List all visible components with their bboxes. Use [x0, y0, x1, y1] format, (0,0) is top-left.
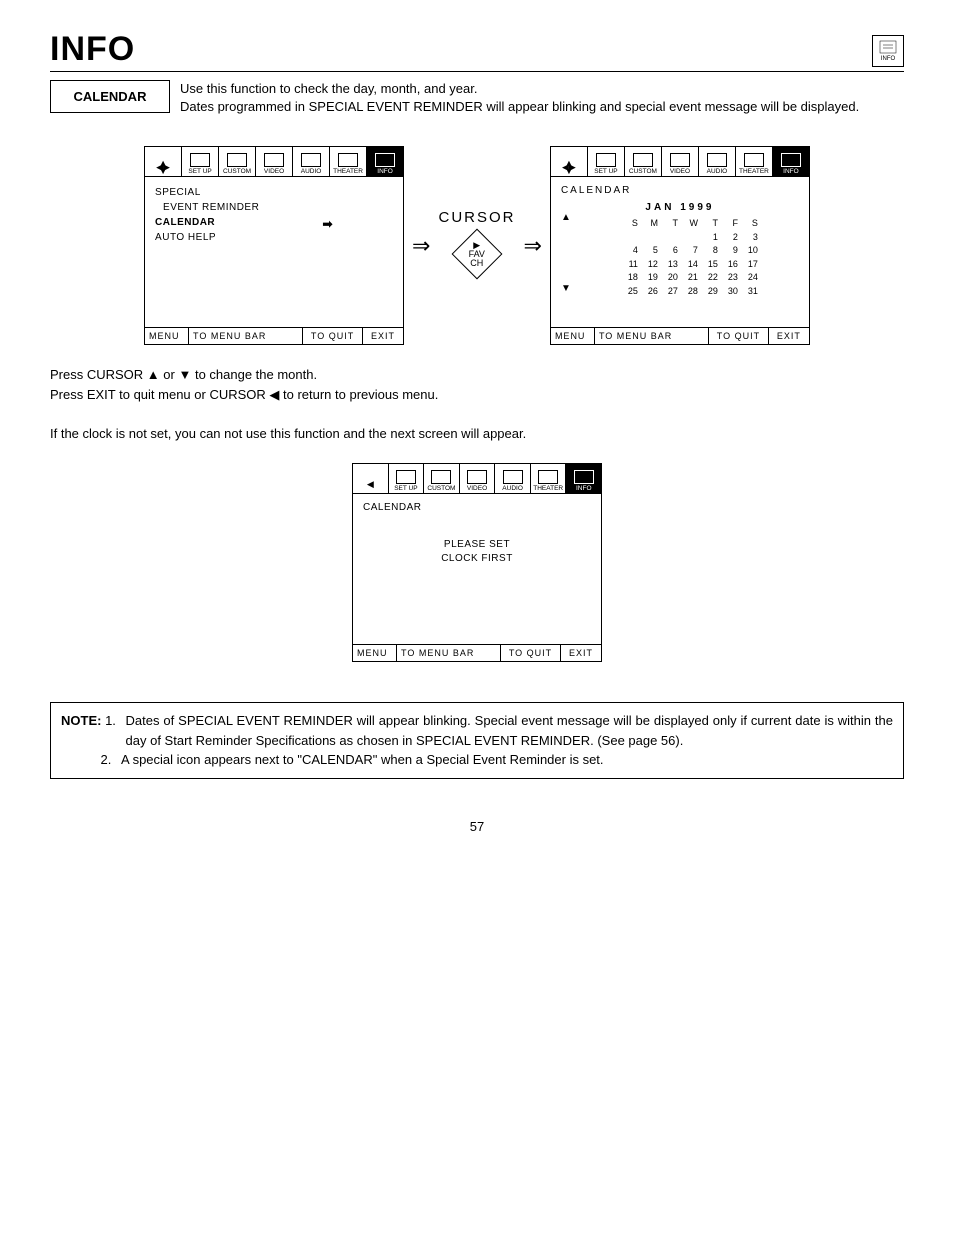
note-box: NOTE: 1. Dates of SPECIAL EVENT REMINDER…: [50, 702, 904, 779]
calendar-section: CALENDAR Use this function to check the …: [50, 80, 904, 116]
screens-row: ▲◀▶▼ SET UP CUSTOM VIDEO AUDIO THEATER I…: [50, 146, 904, 345]
screen-footer: MENU TO MENU BAR TO QUIT EXIT: [145, 327, 403, 344]
tab-video: VIDEO: [256, 147, 293, 176]
page-title: INFO: [50, 30, 135, 69]
tv-screen-menu: ▲◀▶▼ SET UP CUSTOM VIDEO AUDIO THEATER I…: [144, 146, 404, 345]
tab-nav-left: ◀: [353, 464, 389, 493]
section-description: Use this function to check the day, mont…: [180, 80, 904, 116]
tab-bar: ▲◀▶▼ SET UP CUSTOM VIDEO AUDIO THEATER I…: [145, 147, 403, 177]
page-header: INFO INFO: [50, 30, 904, 72]
tab-audio: AUDIO: [495, 464, 531, 493]
section-label: CALENDAR: [50, 80, 170, 113]
cursor-block: CURSOR ▶FAVCH: [438, 209, 515, 282]
menu-item: AUTO HELP: [155, 230, 393, 245]
tv-screen-clock-warning: ◀ SET UP CUSTOM VIDEO AUDIO THEATER INFO…: [352, 463, 602, 662]
instruction-text: Press CURSOR ▲ or ▼ to change the month.…: [50, 365, 904, 443]
tab-video: VIDEO: [662, 147, 699, 176]
tab-nav-arrows: ▲◀▶▼: [551, 147, 588, 176]
tab-audio: AUDIO: [293, 147, 330, 176]
note-item: A special icon appears next to "CALENDAR…: [121, 750, 893, 770]
right-arrow-icon: ➡: [322, 215, 333, 233]
tab-setup: SET UP: [588, 147, 625, 176]
tab-nav-arrows: ▲◀▶▼: [145, 147, 182, 176]
tab-info: INFO: [367, 147, 403, 176]
tab-theater: THEATER: [330, 147, 367, 176]
tab-custom: CUSTOM: [424, 464, 460, 493]
tab-custom: CUSTOM: [625, 147, 662, 176]
menu-item: EVENT REMINDER: [155, 200, 393, 215]
fav-ch-button-shape: ▶FAVCH: [452, 229, 503, 280]
calendar-grid: SMTWTFS123456789101112131415161718192021…: [561, 217, 799, 298]
calendar-month: JAN 1999: [561, 202, 799, 213]
tab-bar: ▲◀▶▼ SET UP CUSTOM VIDEO AUDIO THEATER I…: [551, 147, 809, 177]
arrow-icon: ⇒: [522, 233, 544, 259]
screen-body: SPECIAL EVENT REMINDER CALENDAR➡ AUTO HE…: [145, 177, 403, 327]
down-arrow-icon: ▼: [561, 283, 571, 294]
tab-custom: CUSTOM: [219, 147, 256, 176]
tab-info: INFO: [566, 464, 601, 493]
tab-setup: SET UP: [182, 147, 219, 176]
tab-audio: AUDIO: [699, 147, 736, 176]
tv-screen-calendar: ▲◀▶▼ SET UP CUSTOM VIDEO AUDIO THEATER I…: [550, 146, 810, 345]
up-arrow-icon: ▲: [561, 212, 571, 223]
tab-theater: THEATER: [736, 147, 773, 176]
screen-body: CALENDAR ▲▼ JAN 1999 SMTWTFS123456789101…: [551, 177, 809, 327]
tab-bar: ◀ SET UP CUSTOM VIDEO AUDIO THEATER INFO: [353, 464, 601, 494]
arrow-icon: ⇒: [410, 233, 432, 259]
tab-setup: SET UP: [389, 464, 425, 493]
screen-body: CALENDAR PLEASE SET CLOCK FIRST: [353, 494, 601, 644]
menu-item-selected: CALENDAR➡: [155, 215, 393, 230]
info-header-icon: INFO: [872, 35, 904, 67]
cursor-label: CURSOR: [438, 209, 515, 226]
tab-info: INFO: [773, 147, 809, 176]
tab-video: VIDEO: [460, 464, 496, 493]
menu-item: SPECIAL: [155, 185, 393, 200]
tab-theater: THEATER: [531, 464, 567, 493]
note-item: Dates of SPECIAL EVENT REMINDER will app…: [126, 711, 893, 750]
screen-footer: MENU TO MENU BAR TO QUIT EXIT: [551, 327, 809, 344]
clock-warning-message: PLEASE SET CLOCK FIRST: [363, 538, 591, 566]
page-number: 57: [50, 819, 904, 834]
month-nav-arrows: ▲▼: [561, 212, 571, 294]
screen-footer: MENU TO MENU BAR TO QUIT EXIT: [353, 644, 601, 661]
